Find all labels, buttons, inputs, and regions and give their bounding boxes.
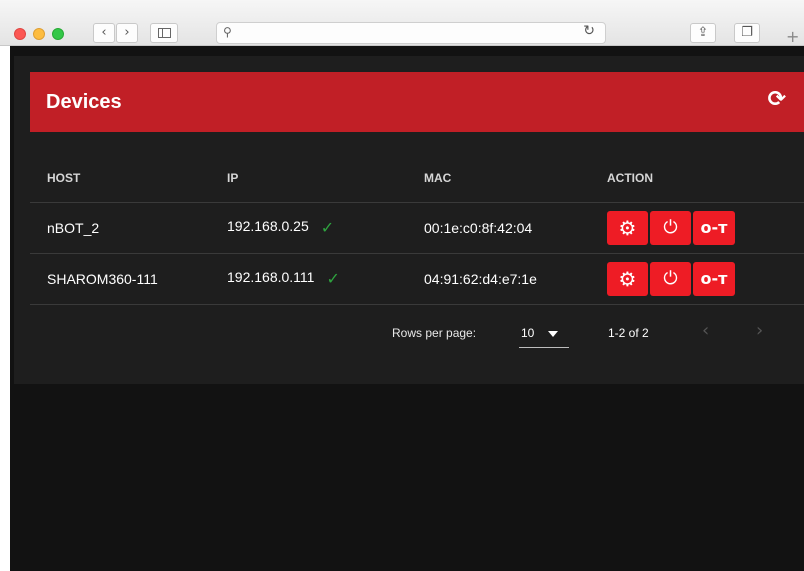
card-header: Devices ⟳ (30, 72, 804, 132)
host-cell: nBOT_2 (30, 202, 210, 254)
devices-card: Devices ⟳ HOST IP MAC ACTION nBOT_2 192.… (14, 56, 804, 384)
power-button[interactable]: ⏻ (650, 261, 691, 296)
address-bar[interactable]: ⚲ ↻ (216, 22, 606, 44)
new-tab-button[interactable]: + (786, 27, 804, 46)
chevron-right-icon: › (756, 320, 764, 341)
close-window-button[interactable] (14, 28, 26, 40)
ip-cell: 192.168.0.111 ✓ (210, 253, 407, 305)
settings-button[interactable]: ⚙ (607, 261, 648, 296)
key-icon: o-т (700, 217, 728, 237)
power-icon: ⏻ (663, 267, 678, 289)
search-icon: ⚲ (223, 25, 232, 39)
action-cell: ⚙ ⏻ o-т (590, 253, 804, 305)
key-icon: o-т (700, 268, 728, 288)
ip-value: 192.168.0.111 (227, 269, 315, 286)
next-page-button[interactable]: › (756, 320, 763, 341)
zoom-window-button[interactable] (52, 28, 64, 40)
sidebar-toggle-button[interactable] (150, 23, 178, 43)
ip-value: 192.168.0.25 (227, 218, 309, 235)
refresh-icon[interactable]: ⟳ (768, 88, 786, 112)
rows-per-page-label: Rows per page: (392, 326, 477, 340)
reload-icon[interactable]: ↻ (583, 23, 595, 39)
chevron-right-icon: › (124, 25, 130, 40)
column-header-mac[interactable]: MAC (407, 154, 590, 203)
table-row: SHAROM360-111 192.168.0.111 ✓ 04:91:62:d4… (30, 253, 804, 305)
show-tabs-button[interactable]: ❐ (734, 23, 760, 43)
table-row: nBOT_2 192.168.0.25 ✓ 00:1e:c0:8f:42:04 ⚙… (30, 202, 804, 254)
power-icon: ⏻ (663, 216, 678, 238)
browser-toolbar: ‹ › ⚲ ↻ ⇪ ❐ + (0, 0, 804, 46)
table-header-row: HOST IP MAC ACTION (30, 154, 804, 203)
devices-table: HOST IP MAC ACTION nBOT_2 192.168.0.25 ✓ … (30, 154, 804, 305)
forward-button[interactable]: › (116, 23, 138, 43)
action-cell: ⚙ ⏻ o-т (590, 202, 804, 254)
host-cell: SHAROM360-111 (30, 253, 210, 305)
ip-cell: 192.168.0.25 ✓ (210, 202, 407, 254)
page-title: Devices (46, 91, 122, 113)
column-header-host[interactable]: HOST (30, 154, 210, 203)
key-button[interactable]: o-т (693, 261, 735, 296)
gear-icon: ⚙ (618, 215, 637, 240)
power-button[interactable]: ⏻ (650, 210, 691, 245)
minimize-window-button[interactable] (33, 28, 45, 40)
mac-cell: 00:1e:c0:8f:42:04 (407, 202, 590, 254)
column-header-action: ACTION (590, 154, 804, 203)
table-pagination: Rows per page: 10 1-2 of 2 ‹ › (30, 304, 804, 362)
column-header-ip[interactable]: IP (210, 154, 407, 203)
share-icon: ⇪ (697, 25, 709, 40)
pagination-range: 1-2 of 2 (608, 326, 649, 340)
plus-icon: + (786, 27, 800, 46)
back-button[interactable]: ‹ (93, 23, 115, 43)
check-icon: ✓ (326, 269, 340, 288)
tabs-icon: ❐ (741, 25, 753, 40)
caret-down-icon (548, 331, 558, 337)
previous-page-button[interactable]: ‹ (702, 320, 709, 341)
gear-icon: ⚙ (618, 266, 637, 291)
share-button[interactable]: ⇪ (690, 23, 716, 43)
chevron-left-icon: ‹ (702, 320, 710, 341)
mac-cell: 04:91:62:d4:e7:1e (407, 253, 590, 305)
rows-per-page-select[interactable]: 10 (519, 318, 569, 348)
settings-button[interactable]: ⚙ (607, 210, 648, 245)
rows-per-page-value: 10 (521, 326, 535, 340)
key-button[interactable]: o-т (693, 210, 735, 245)
sidebar-icon (158, 28, 171, 38)
page-background: Devices ⟳ HOST IP MAC ACTION nBOT_2 192.… (10, 46, 804, 571)
chevron-left-icon: ‹ (101, 25, 107, 40)
check-icon: ✓ (320, 218, 335, 237)
